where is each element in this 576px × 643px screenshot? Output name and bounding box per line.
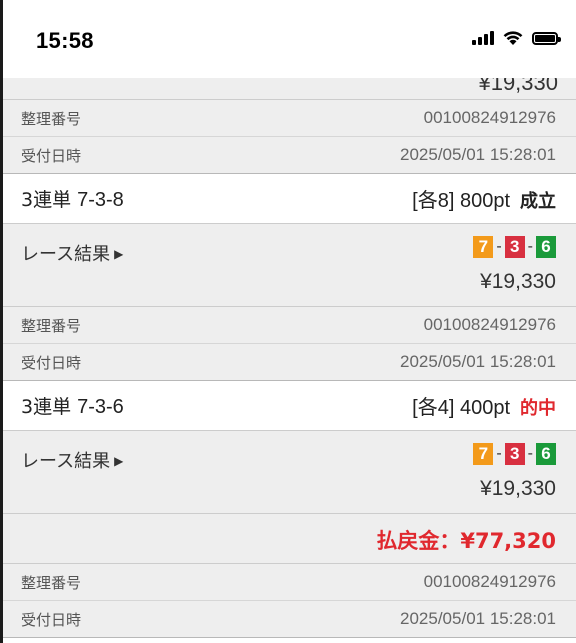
serial-label: 整理番号 [21, 316, 82, 335]
battery-icon [532, 31, 561, 45]
race-result-link[interactable]: レース結果 ▶ [21, 240, 123, 266]
result-numbers: 7 - 3 - 6 [473, 443, 556, 465]
bet-history-list[interactable]: ¥19,330 整理番号 00100824912976 受付日時 2025/05… [3, 40, 576, 638]
received-label: 受付日時 [21, 610, 82, 629]
serial-value: 00100824912976 [423, 315, 556, 334]
received-label: 受付日時 [21, 146, 82, 165]
status-badge: 成立 [520, 191, 556, 212]
bet-row[interactable]: 3連単 7-3-6 [各4] 400pt 的中 [3, 381, 576, 431]
result-amount: ¥19,330 [480, 477, 556, 500]
bet-combination: 7-3-8 [77, 189, 124, 211]
bet-type: 3連単 [21, 189, 72, 211]
bet-type: 3連単 [21, 396, 72, 418]
received-datetime-row: 受付日時 2025/05/01 15:28:01 [3, 601, 576, 638]
serial-number-row: 整理番号 00100824912976 [3, 307, 576, 344]
cellular-signal-icon [472, 31, 494, 45]
bet-stake: [各4] 400pt [412, 397, 510, 419]
triangle-right-icon: ▶ [114, 454, 124, 468]
result-third: 6 [536, 236, 556, 258]
serial-number-row: 整理番号 00100824912976 [3, 564, 576, 601]
received-datetime-row: 受付日時 2025/05/01 15:28:01 [3, 137, 576, 174]
bet-row[interactable]: 3連単 7-3-8 [各8] 800pt 成立 [3, 174, 576, 224]
received-label: 受付日時 [21, 353, 82, 372]
payout-row: 払戻金：¥77,320 [3, 514, 576, 564]
result-second: 3 [504, 443, 525, 465]
status-badge: 的中 [520, 398, 556, 419]
triangle-right-icon: ▶ [114, 247, 124, 261]
payout-amount: 払戻金：¥77,320 [376, 529, 556, 553]
status-bar: 15:58 [0, 0, 576, 78]
result-third: 6 [536, 443, 556, 465]
result-amount: ¥19,330 [480, 270, 556, 293]
result-second: 3 [504, 236, 525, 258]
bet-combination: 7-3-6 [77, 396, 124, 418]
result-numbers: 7 - 3 - 6 [473, 236, 556, 258]
wifi-icon [503, 31, 523, 45]
received-datetime-row: 受付日時 2025/05/01 15:28:01 [3, 344, 576, 381]
status-icons [472, 30, 561, 46]
status-time: 15:58 [36, 28, 94, 53]
serial-number-row: 整理番号 00100824912976 [3, 100, 576, 137]
serial-value: 00100824912976 [423, 108, 556, 127]
serial-label: 整理番号 [21, 573, 82, 592]
race-result-block: レース結果 ▶ 7 - 3 - 6 ¥19,330 [3, 431, 576, 514]
serial-label: 整理番号 [21, 109, 82, 128]
race-result-link[interactable]: レース結果 ▶ [21, 447, 123, 473]
left-edge-line [0, 0, 3, 643]
result-first: 7 [473, 236, 494, 258]
race-result-block: レース結果 ▶ 7 - 3 - 6 ¥19,330 [3, 224, 576, 307]
result-first: 7 [473, 443, 494, 465]
received-value: 2025/05/01 15:28:01 [400, 609, 556, 628]
received-value: 2025/05/01 15:28:01 [400, 145, 556, 164]
bet-stake: [各8] 800pt [412, 190, 510, 212]
received-value: 2025/05/01 15:28:01 [400, 352, 556, 371]
serial-value: 00100824912976 [423, 572, 556, 591]
